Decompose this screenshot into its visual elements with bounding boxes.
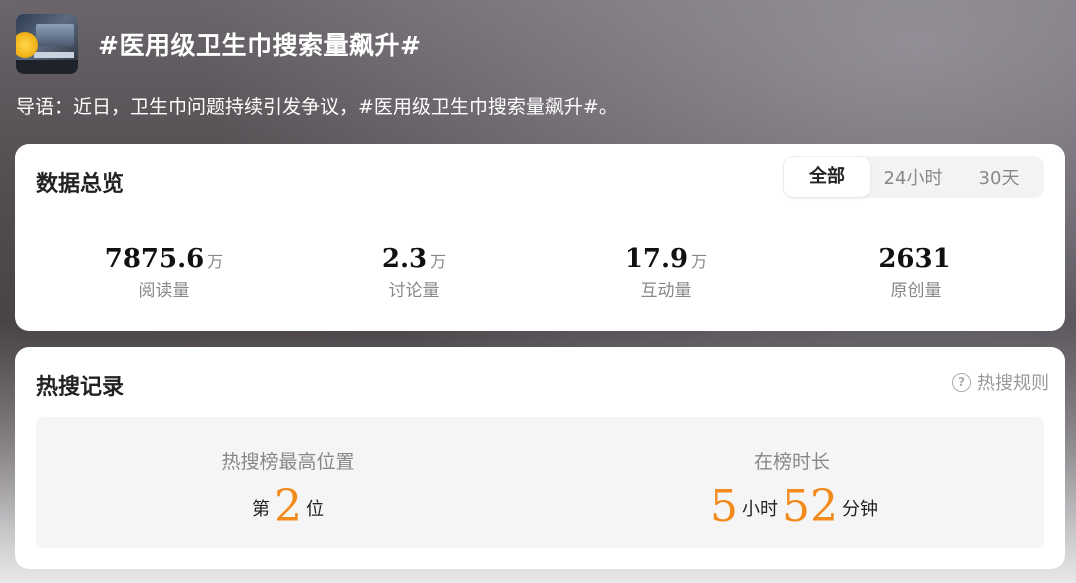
stat-value: 2.3: [381, 244, 428, 274]
stats-row: 7875.6 万 阅读量 2.3 万 讨论量 17.9 万 互动量 2631 原创量: [15, 244, 1065, 314]
duration-minutes: 52: [782, 481, 838, 532]
highest-position-label: 热搜榜最高位置: [221, 451, 355, 473]
position-prefix: 第: [252, 499, 270, 520]
topic-thumbnail: [16, 14, 78, 74]
duration-hours-unit: 小时: [742, 499, 778, 520]
duration-hours: 5: [710, 481, 738, 532]
hot-search-title: 热搜记录: [36, 375, 125, 400]
hot-search-summary: 热搜榜最高位置 第2 位 在榜时长 5 小时52 分钟: [36, 417, 1044, 548]
stat-label: 互动量: [640, 281, 692, 301]
tab-30d[interactable]: 30天: [956, 164, 1042, 190]
tab-all[interactable]: 全部: [784, 157, 870, 197]
position-suffix: 位: [306, 499, 324, 520]
duration-block: 在榜时长 5 小时52 分钟: [540, 417, 1044, 548]
stat-value: 2631: [878, 244, 951, 274]
stat-unit: 万: [430, 252, 447, 271]
tab-24h[interactable]: 24小时: [870, 164, 956, 190]
position-number: 2: [274, 481, 302, 532]
highest-position-block: 热搜榜最高位置 第2 位: [36, 417, 540, 548]
topic-header: #医用级卫生巾搜索量飙升#: [16, 14, 421, 74]
rules-label: 热搜规则: [977, 373, 1049, 394]
topic-title: #医用级卫生巾搜索量飙升#: [98, 31, 422, 60]
stat-label: 阅读量: [138, 281, 190, 301]
stat-label: 讨论量: [388, 281, 440, 301]
question-circle-icon: ?: [952, 372, 971, 392]
stat-value: 7875.6: [104, 244, 205, 274]
hot-search-rules-link[interactable]: ? 热搜规则: [952, 369, 1049, 395]
stat-reads: 7875.6 万 阅读量: [64, 244, 264, 301]
time-range-tabs: 全部 24小时 30天: [783, 156, 1044, 198]
topic-intro: 导语：近日，卫生巾问题持续引发争议，#医用级卫生巾搜索量飙升#。: [16, 96, 618, 118]
duration-value: 5 小时52 分钟: [540, 481, 1044, 532]
overview-title: 数据总览: [36, 172, 125, 197]
stat-discussions: 2.3 万 讨论量: [314, 244, 514, 301]
duration-label: 在榜时长: [753, 451, 830, 473]
duration-minutes-unit: 分钟: [842, 499, 878, 520]
overview-card: 数据总览 全部 24小时 30天 7875.6 万 阅读量 2.3 万 讨论量 17…: [15, 144, 1065, 331]
stat-originals: 2631 原创量: [816, 244, 1016, 301]
highest-position-value: 第2 位: [36, 481, 540, 532]
stat-interactions: 17.9 万 互动量: [566, 244, 766, 301]
stat-unit: 万: [691, 252, 708, 271]
stat-value: 17.9: [624, 244, 689, 274]
hot-search-card: 热搜记录 ? 热搜规则 热搜榜最高位置 第2 位 在榜时长 5 小时52 分钟: [15, 347, 1065, 569]
stat-label: 原创量: [890, 281, 942, 301]
stat-unit: 万: [207, 252, 224, 271]
